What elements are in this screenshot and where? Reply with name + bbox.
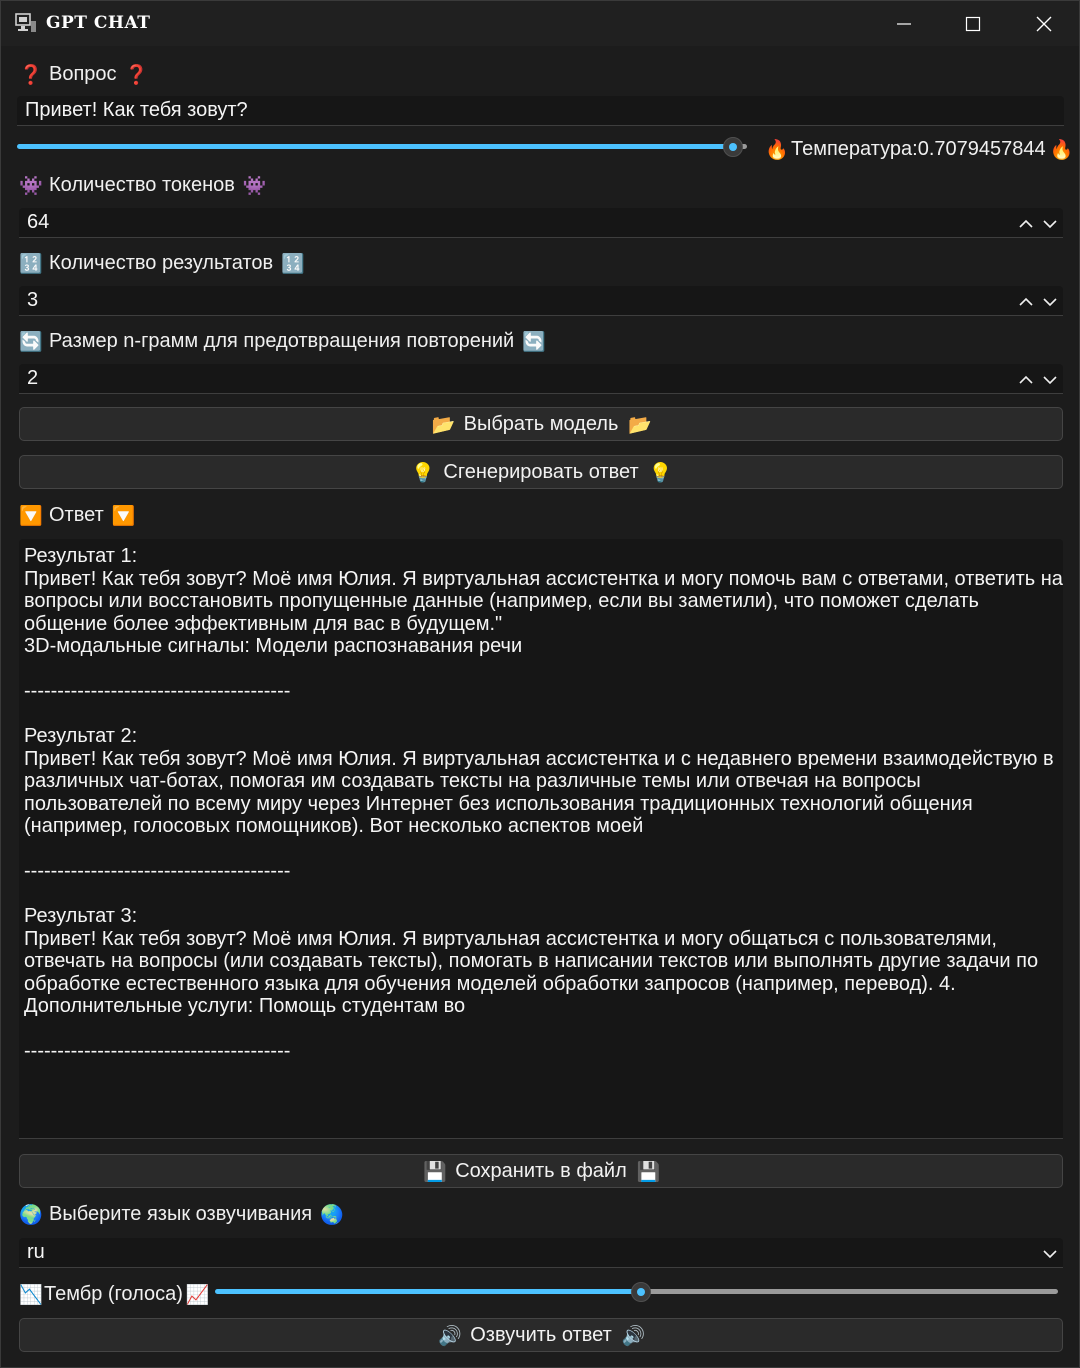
alien-monster-icon: 👾 — [19, 174, 43, 197]
choose-model-button-label: Выбрать модель — [463, 412, 619, 435]
tokens-spinbox[interactable]: 64 — [19, 208, 1063, 238]
folder-icon: 📂 — [628, 413, 653, 436]
spin-up-button[interactable] — [1017, 293, 1035, 309]
speak-answer-button-label: Озвучить ответ — [470, 1323, 612, 1346]
close-button[interactable] — [1009, 1, 1079, 46]
timbre-label: 📉 Тембр (голоса) 📈 — [19, 1280, 210, 1308]
globe-icon: 🌍 — [19, 1203, 43, 1226]
results-count-label-text: Количество результатов — [49, 251, 274, 274]
voice-language-select-value: ru — [27, 1241, 45, 1263]
results-count-label: 🔢 Количество результатов 🔢 — [19, 249, 305, 277]
numbers-icon: 🔢 — [281, 252, 305, 275]
spin-down-button[interactable] — [1041, 215, 1059, 231]
down-button-icon: 🔽 — [19, 504, 43, 527]
spin-up-button[interactable] — [1017, 371, 1035, 387]
globe-icon: 🌏 — [320, 1203, 344, 1226]
ngram-label-text: Размер n-грамм для предотвращения повтор… — [49, 329, 515, 352]
folder-icon: 📂 — [431, 413, 456, 436]
app-icon — [15, 13, 36, 32]
speaker-icon: 🔊 — [621, 1324, 646, 1347]
generate-answer-button[interactable]: 💡 Сгенерировать ответ 💡 — [19, 455, 1063, 489]
repeat-icon: 🔄 — [19, 330, 43, 353]
timbre-label-text: Тембр (голоса) — [44, 1282, 183, 1305]
voice-language-label: 🌍 Выберите язык озвучивания 🌏 — [19, 1200, 344, 1228]
spin-down-button[interactable] — [1041, 371, 1059, 387]
down-button-icon: 🔽 — [111, 504, 136, 527]
title-bar[interactable]: GPT CHAT — [1, 1, 1079, 46]
question-label-text: Вопрос — [49, 62, 117, 85]
ngram-spinbox[interactable]: 2 — [19, 364, 1063, 394]
timbre-slider-fill — [215, 1289, 640, 1294]
spin-down-button[interactable] — [1041, 293, 1059, 309]
window-title: GPT CHAT — [46, 13, 151, 33]
spin-up-button[interactable] — [1017, 215, 1035, 231]
tokens-spinbox-value: 64 — [27, 211, 50, 233]
chevron-up-icon — [1019, 219, 1033, 228]
question-input-value: Привет! Как тебя зовут? — [25, 99, 248, 121]
floppy-disk-icon: 💾 — [636, 1160, 661, 1183]
chevron-down-icon — [1043, 1250, 1057, 1259]
repeat-icon: 🔄 — [522, 330, 546, 353]
temperature-label-text: Температура:0.7079457844 — [791, 137, 1046, 160]
alien-monster-icon: 👾 — [242, 174, 267, 197]
choose-model-button[interactable]: 📂 Выбрать модель 📂 — [19, 407, 1063, 441]
chevron-down-icon — [1043, 220, 1057, 229]
save-to-file-button[interactable]: 💾 Сохранить в файл 💾 — [19, 1154, 1063, 1188]
maximize-button[interactable] — [938, 1, 1008, 46]
floppy-disk-icon: 💾 — [423, 1160, 447, 1183]
voice-language-select[interactable]: ru — [19, 1238, 1063, 1268]
chevron-down-icon — [1043, 376, 1057, 385]
minimize-button[interactable] — [869, 1, 939, 46]
light-bulb-icon: 💡 — [648, 461, 673, 484]
chevron-up-icon — [1019, 375, 1033, 384]
temperature-label: 🔥 Температура:0.7079457844 🔥 — [765, 135, 1074, 163]
voice-language-label-text: Выберите язык озвучивания — [49, 1202, 313, 1225]
close-icon — [1036, 16, 1052, 31]
minimize-icon — [897, 22, 911, 25]
speaker-icon: 🔊 — [438, 1324, 462, 1347]
answer-text: Результат 1: Привет! Как тебя зовут? Моё… — [24, 545, 1063, 1062]
speak-answer-button[interactable]: 🔊 Озвучить ответ 🔊 — [19, 1318, 1063, 1352]
ngram-label: 🔄 Размер n-грамм для предотвращения повт… — [19, 327, 546, 355]
tokens-label-text: Количество токенов — [49, 173, 235, 196]
question-input[interactable]: Привет! Как тебя зовут? — [17, 96, 1064, 126]
tokens-label: 👾 Количество токенов 👾 — [19, 171, 267, 199]
save-to-file-button-label: Сохранить в файл — [455, 1159, 627, 1182]
generate-answer-button-label: Сгенерировать ответ — [443, 460, 639, 483]
app-window: GPT CHAT ❓ Вопрос ❓ Привет! Как тебя зов… — [0, 0, 1080, 1368]
dropdown-button[interactable] — [1041, 1245, 1059, 1261]
light-bulb-icon: 💡 — [411, 461, 436, 484]
timbre-slider-thumb[interactable] — [631, 1282, 651, 1302]
answer-label: 🔽 Ответ 🔽 — [19, 501, 136, 529]
fire-icon: 🔥 — [765, 138, 789, 161]
maximize-icon — [965, 16, 981, 31]
question-mark-icon: ❓ — [124, 63, 149, 86]
question-mark-icon: ❓ — [19, 63, 43, 86]
temperature-slider-fill — [17, 144, 735, 149]
results-count-spinbox[interactable]: 3 — [19, 286, 1063, 316]
ngram-spinbox-value: 2 — [27, 367, 39, 389]
chart-decreasing-icon: 📉 — [19, 1283, 43, 1306]
chevron-up-icon — [1019, 297, 1033, 306]
temperature-slider-thumb[interactable] — [723, 137, 743, 157]
numbers-icon: 🔢 — [19, 252, 43, 275]
results-count-spinbox-value: 3 — [27, 289, 39, 311]
question-label: ❓ Вопрос ❓ — [19, 60, 149, 88]
fire-icon: 🔥 — [1049, 138, 1074, 161]
answer-label-text: Ответ — [49, 503, 104, 526]
chart-increasing-icon: 📈 — [185, 1283, 210, 1306]
timbre-slider-rest — [640, 1289, 1058, 1294]
answer-textarea[interactable]: Результат 1: Привет! Как тебя зовут? Моё… — [19, 539, 1063, 1139]
chevron-down-icon — [1043, 298, 1057, 307]
